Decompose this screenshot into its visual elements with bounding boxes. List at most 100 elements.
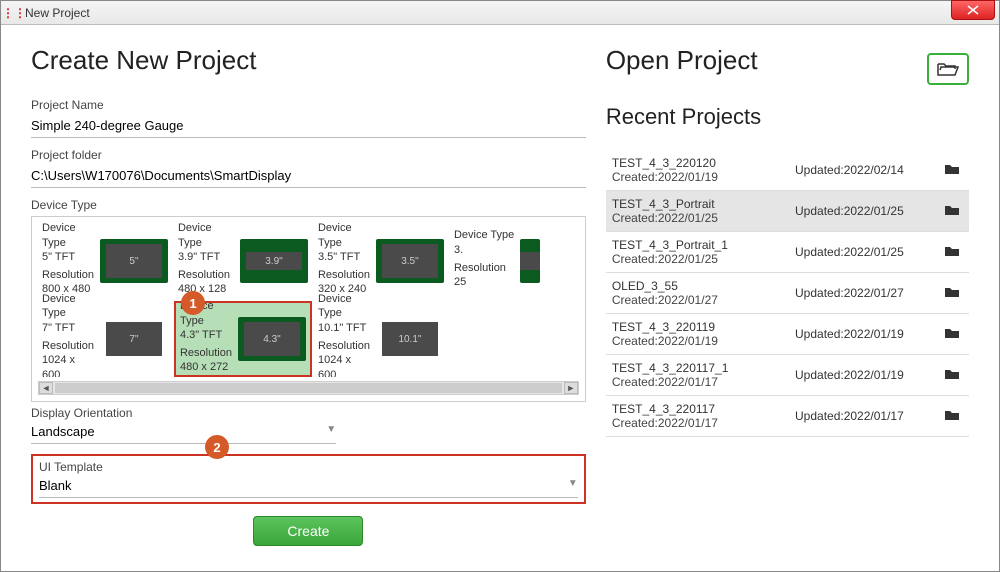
device-thumb: 5"	[100, 239, 168, 283]
recent-col-main: TEST_4_3_PortraitCreated:2022/01/25	[612, 197, 795, 225]
orientation-dropdown[interactable]: Landscape ▼	[31, 420, 336, 444]
device-res-value: 25	[454, 275, 514, 289]
recent-col-main: TEST_4_3_220117Created:2022/01/17	[612, 402, 795, 430]
scroll-right-arrow[interactable]: ►	[564, 382, 578, 394]
device-item[interactable]: Device Type3.9" TFTResolution480 x 128 3.…	[174, 223, 312, 299]
device-info: Device Type3.Resolution25	[454, 228, 514, 293]
recent-project-item[interactable]: TEST_4_3_220120Created:2022/01/19Updated…	[606, 150, 969, 191]
recent-col-main: TEST_4_3_220117_1Created:2022/01/17	[612, 361, 795, 389]
device-thumb: 3.9"	[240, 239, 308, 283]
device-item[interactable]: Device Type5" TFTResolution800 x 4805"	[38, 223, 172, 299]
device-screen: 5"	[106, 244, 162, 278]
device-screen: 3.5"	[382, 244, 438, 278]
titlebar: ⋮⋮ New Project	[1, 1, 999, 25]
recent-updated: Updated:2022/01/19	[795, 327, 945, 341]
recent-updated: Updated:2022/02/14	[795, 163, 945, 177]
device-info: Device Type7" TFTResolution1024 x 600	[42, 292, 94, 377]
annotation-badge-2: 2	[205, 435, 229, 459]
folder-icon	[945, 327, 963, 341]
device-scrollbar[interactable]: ◄ ►	[38, 381, 579, 395]
device-list: Device Type5" TFTResolution800 x 4805"De…	[38, 223, 579, 377]
recent-created: Created:2022/01/19	[612, 334, 795, 348]
uitemplate-value: Blank	[39, 478, 72, 493]
device-type-field-label: Device Type	[318, 223, 370, 250]
recent-project-item[interactable]: TEST_4_3_Portrait_1Created:2022/01/25Upd…	[606, 232, 969, 273]
device-item[interactable]: Device Type10.1" TFTResolution1024 x 600…	[314, 301, 448, 377]
device-thumb: 7"	[100, 317, 168, 361]
device-type-value: 4.3" TFT	[180, 328, 232, 342]
folder-icon	[945, 204, 963, 218]
project-name-label: Project Name	[31, 98, 586, 112]
device-screen: 3.9"	[246, 252, 302, 270]
device-info: Device Type5" TFTResolution800 x 480	[42, 223, 94, 301]
orientation-value: Landscape	[31, 424, 95, 439]
create-panel: Create New Project Project Name Project …	[31, 45, 586, 559]
recent-col-main: TEST_4_3_220119Created:2022/01/19	[612, 320, 795, 348]
project-folder-label: Project folder	[31, 148, 586, 162]
recent-project-item[interactable]: TEST_4_3_220119Created:2022/01/19Updated…	[606, 314, 969, 355]
ui-template-highlight: UI Template Blank ▼	[31, 454, 586, 504]
close-icon	[967, 5, 979, 15]
app-icon: ⋮⋮	[7, 6, 21, 20]
device-screen: 7"	[106, 322, 162, 356]
device-item[interactable]: Device Type7" TFTResolution1024 x 6007"	[38, 301, 172, 377]
recent-name: TEST_4_3_220119	[612, 320, 795, 334]
device-thumb: 3.5"	[376, 239, 444, 283]
device-res-field-label: Resolution	[318, 339, 370, 353]
device-item[interactable]: Device Type3.Resolution25	[450, 223, 579, 299]
device-res-field-label: Resolution	[42, 268, 94, 282]
device-type-label: Device Type	[31, 198, 586, 212]
device-item[interactable]: Device Type3.5" TFTResolution320 x 2403.…	[314, 223, 448, 299]
device-res-field-label: Resolution	[454, 261, 514, 275]
device-type-value: 5" TFT	[42, 250, 94, 264]
project-folder-input[interactable]	[31, 164, 586, 188]
orientation-field: Display Orientation Landscape ▼	[31, 406, 586, 444]
scroll-left-arrow[interactable]: ◄	[39, 382, 53, 394]
recent-updated: Updated:2022/01/25	[795, 204, 945, 218]
scroll-thumb[interactable]	[55, 383, 562, 393]
recent-project-item[interactable]: OLED_3_55Created:2022/01/27Updated:2022/…	[606, 273, 969, 314]
recent-created: Created:2022/01/25	[612, 211, 795, 225]
device-res-field-label: Resolution	[178, 268, 234, 282]
device-type-value: 3.5" TFT	[318, 250, 370, 264]
device-type-field-label: Device Type	[42, 292, 94, 321]
device-info: Device Type10.1" TFTResolution1024 x 600	[318, 292, 370, 377]
uitemplate-dropdown[interactable]: Blank ▼	[39, 474, 578, 498]
folder-icon	[945, 286, 963, 300]
open-folder-button[interactable]	[927, 53, 969, 85]
recent-col-main: OLED_3_55Created:2022/01/27	[612, 279, 795, 307]
device-screen: 10.1"	[382, 322, 438, 356]
recent-name: TEST_4_3_220120	[612, 156, 795, 170]
recent-updated: Updated:2022/01/25	[795, 245, 945, 259]
close-button[interactable]	[951, 0, 995, 20]
uitemplate-label: UI Template	[39, 460, 578, 474]
recent-project-item[interactable]: TEST_4_3_220117Created:2022/01/17Updated…	[606, 396, 969, 437]
device-screen: 4.3"	[244, 322, 300, 356]
content: Create New Project Project Name Project …	[1, 25, 999, 571]
device-res-value: 1024 x 600	[318, 353, 370, 377]
recent-name: OLED_3_55	[612, 279, 795, 293]
recent-created: Created:2022/01/27	[612, 293, 795, 307]
recent-project-item[interactable]: TEST_4_3_PortraitCreated:2022/01/25Updat…	[606, 191, 969, 232]
device-info: Device Type3.9" TFTResolution480 x 128	[178, 223, 234, 301]
device-info: Device Type3.5" TFTResolution320 x 240	[318, 223, 370, 301]
uitemplate-field: UI Template Blank ▼	[39, 460, 578, 498]
create-button[interactable]: Create	[253, 516, 363, 546]
device-screen	[520, 252, 540, 270]
recent-project-item[interactable]: TEST_4_3_220117_1Created:2022/01/17Updat…	[606, 355, 969, 396]
recent-name: TEST_4_3_Portrait	[612, 197, 795, 211]
create-heading: Create New Project	[31, 45, 586, 76]
device-list-wrapper: Device Type5" TFTResolution800 x 4805"De…	[31, 216, 586, 402]
device-type-field-label: Device Type	[318, 292, 370, 321]
folder-icon	[945, 245, 963, 259]
folder-open-icon	[937, 61, 959, 77]
chevron-down-icon: ▼	[326, 424, 336, 439]
annotation-badge-1: 1	[181, 291, 205, 315]
recent-list: TEST_4_3_220120Created:2022/01/19Updated…	[606, 150, 969, 437]
folder-icon	[945, 368, 963, 382]
device-res-field-label: Resolution	[318, 268, 370, 282]
project-name-input[interactable]	[31, 114, 586, 138]
recent-heading: Recent Projects	[606, 104, 969, 130]
device-type-field-label: Device Type	[42, 223, 94, 250]
window-title: New Project	[25, 6, 90, 20]
